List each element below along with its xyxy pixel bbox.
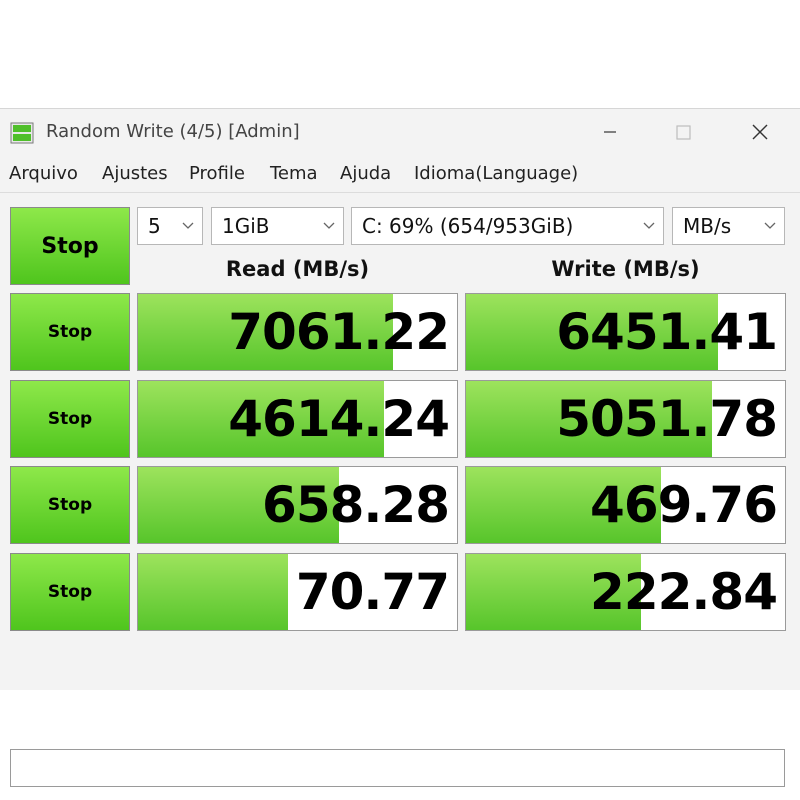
read-result-1: 7061.22: [137, 293, 458, 371]
write-value-4: 222.84: [590, 563, 778, 621]
stop-test-3-button[interactable]: Stop: [10, 466, 130, 544]
menu-ajuda[interactable]: Ajuda: [340, 163, 391, 184]
read-result-2: 4614.24: [137, 380, 458, 458]
read-value-2: 4614.24: [228, 390, 450, 448]
chevron-down-icon: [643, 222, 655, 229]
read-result-4: 70.77: [137, 553, 458, 631]
menu-ajustes[interactable]: Ajustes: [102, 163, 168, 184]
menu-idioma[interactable]: Idioma(Language): [414, 163, 578, 184]
write-result-2: 5051.78: [465, 380, 786, 458]
chevron-down-icon: [323, 222, 335, 229]
disk-app-icon: [10, 122, 34, 144]
test-size-value: 1GiB: [222, 214, 270, 238]
read-progress-fill-4: [138, 554, 288, 630]
menu-tema[interactable]: Tema: [270, 163, 318, 184]
title-bar[interactable]: Random Write (4/5) [Admin]: [0, 109, 800, 155]
app-window: Random Write (4/5) [Admin] Arquivo Ajust…: [0, 108, 800, 787]
menu-bar: Arquivo Ajustes Profile Tema Ajuda Idiom…: [0, 157, 800, 193]
write-result-3: 469.76: [465, 466, 786, 544]
write-result-1: 6451.41: [465, 293, 786, 371]
read-value-1: 7061.22: [228, 303, 450, 361]
drive-value: C: 69% (654/953GiB): [362, 214, 574, 238]
chevron-down-icon: [182, 222, 194, 229]
window-title: Random Write (4/5) [Admin]: [46, 121, 300, 142]
test-count-value: 5: [148, 214, 161, 238]
stop-test-4-button[interactable]: Stop: [10, 553, 130, 631]
chevron-down-icon: [764, 222, 776, 229]
menu-arquivo[interactable]: Arquivo: [9, 163, 78, 184]
read-result-3: 658.28: [137, 466, 458, 544]
write-value-3: 469.76: [590, 476, 778, 534]
unit-value: MB/s: [683, 214, 732, 238]
status-bar: [10, 749, 785, 787]
write-value-2: 5051.78: [556, 390, 778, 448]
close-icon[interactable]: [740, 117, 780, 147]
unit-select[interactable]: MB/s: [672, 207, 785, 245]
stop-all-button[interactable]: Stop: [10, 207, 130, 285]
read-value-3: 658.28: [262, 476, 450, 534]
stop-test-2-button[interactable]: Stop: [10, 380, 130, 458]
benchmark-panel: Stop 5 1GiB C: 69% (654/953GiB) MB/s Rea…: [0, 195, 800, 787]
read-value-4: 70.77: [295, 563, 450, 621]
stop-test-1-button[interactable]: Stop: [10, 293, 130, 371]
minimize-icon[interactable]: [590, 117, 630, 147]
test-size-select[interactable]: 1GiB: [211, 207, 344, 245]
test-count-select[interactable]: 5: [137, 207, 203, 245]
read-column-header: Read (MB/s): [225, 257, 370, 281]
write-value-1: 6451.41: [556, 303, 778, 361]
write-result-4: 222.84: [465, 553, 786, 631]
write-column-header: Write (MB/s): [551, 257, 700, 281]
maximize-icon[interactable]: [664, 117, 704, 147]
menu-profile[interactable]: Profile: [189, 163, 245, 184]
drive-select[interactable]: C: 69% (654/953GiB): [351, 207, 664, 245]
